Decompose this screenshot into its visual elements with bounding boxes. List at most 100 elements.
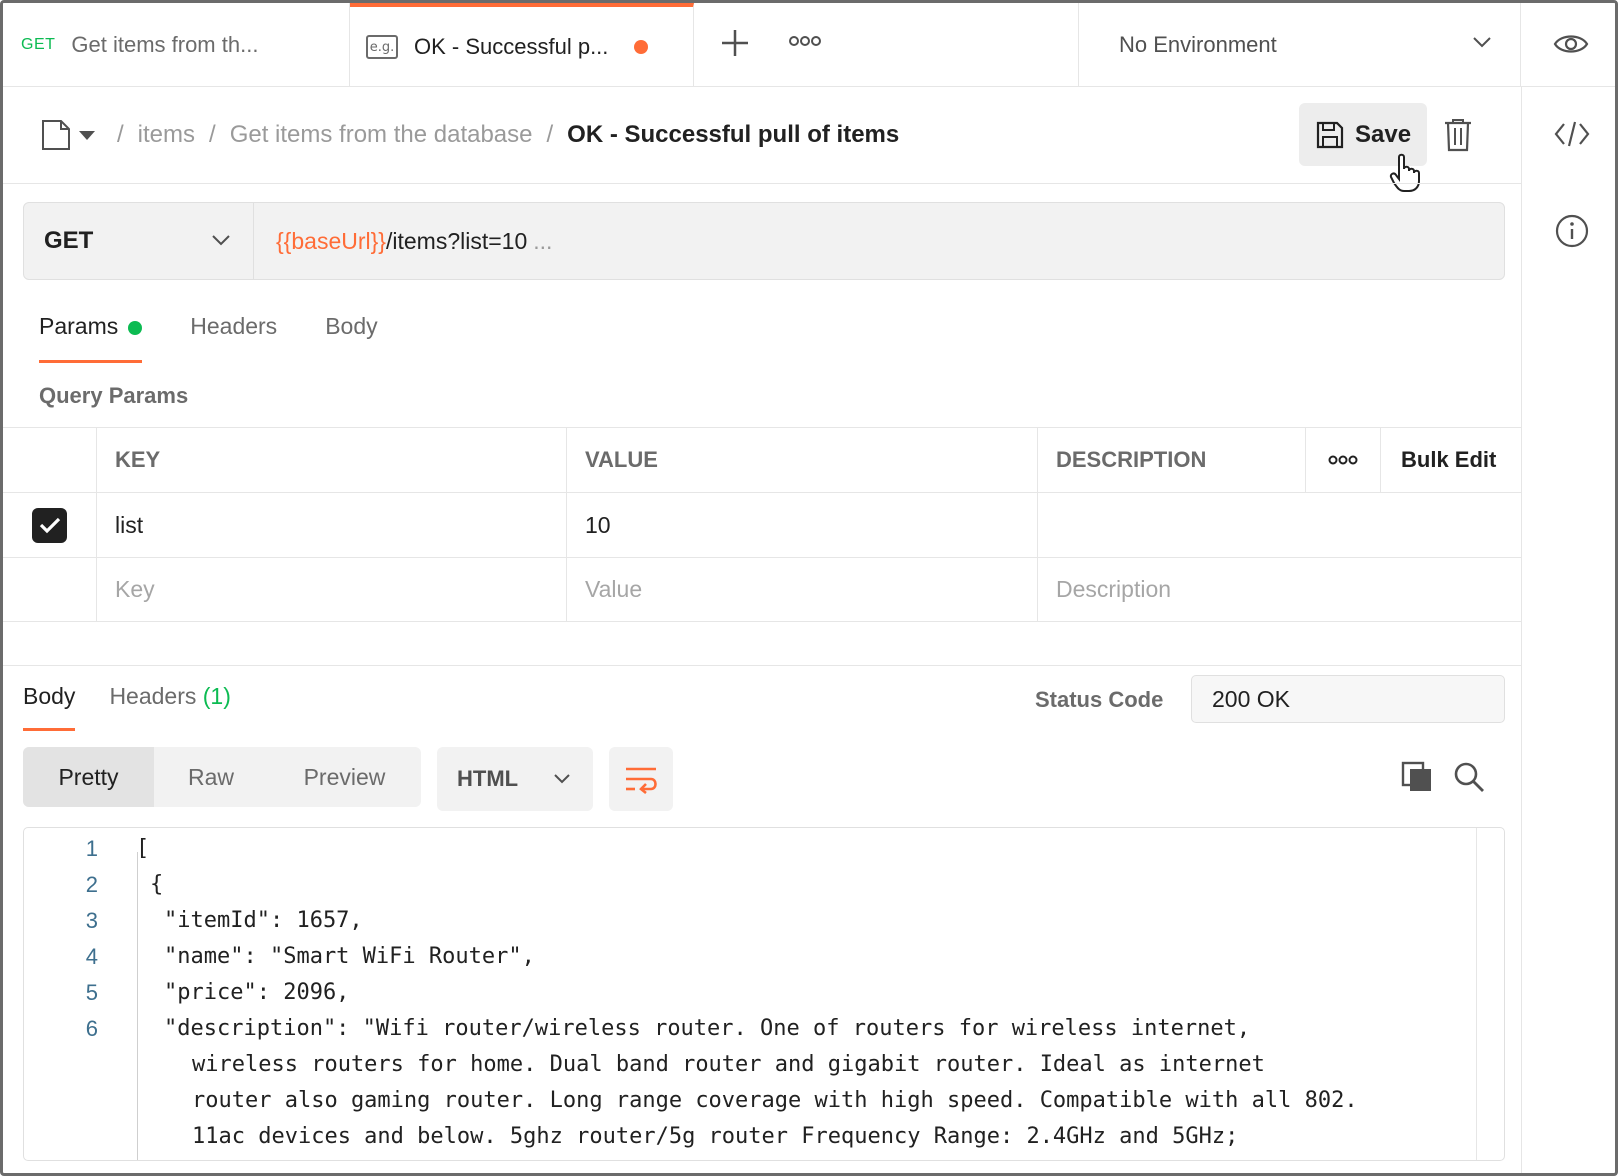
code-text: router also gaming router. Long range co… xyxy=(192,1088,1358,1113)
code-line: 3 "itemId": 1657, xyxy=(24,908,363,944)
url-variable: {{baseUrl}} xyxy=(276,227,386,254)
column-header-description: DESCRIPTION xyxy=(1037,428,1305,492)
code-line-wrapped: 11ac devices and below. 5ghz router/5g r… xyxy=(24,1124,1238,1160)
tab-params[interactable]: Params xyxy=(39,313,143,363)
response-body-editor[interactable]: 1 [ 2 { 3 "itemId": 1657, 4 "name": "Sma… xyxy=(23,827,1505,1161)
table-row: list 10 xyxy=(3,492,1521,557)
tab-response-headers[interactable]: Headers (1) xyxy=(109,683,230,731)
row-enabled-checkbox[interactable] xyxy=(32,507,67,543)
code-line: 4 "name": "Smart WiFi Router", xyxy=(24,944,535,980)
column-header-key: KEY xyxy=(96,428,566,492)
breadcrumb: / items / Get items from the database / … xyxy=(41,115,899,155)
url-bar: GET {{baseUrl}} /items?list=10 ... xyxy=(23,202,1505,280)
bulk-edit-button[interactable]: Bulk Edit xyxy=(1380,428,1521,492)
status-code-input[interactable]: 200 OK xyxy=(1191,675,1505,723)
wrap-lines-button[interactable] xyxy=(609,747,673,811)
param-description-cell[interactable] xyxy=(1037,493,1521,557)
request-tabs: Params Headers Body xyxy=(39,313,426,363)
code-text: "name": "Smart WiFi Router", xyxy=(164,944,535,969)
code-icon[interactable] xyxy=(1554,119,1590,149)
param-description-input[interactable]: Description xyxy=(1037,558,1521,621)
view-mode-toggle: Pretty Raw Preview xyxy=(23,747,421,807)
tab-example-active[interactable]: e.g. OK - Successful p... xyxy=(350,3,694,87)
editor-scrollbar[interactable] xyxy=(1476,828,1504,1160)
status-code-label: Status Code xyxy=(1035,687,1164,712)
chevron-down-icon xyxy=(554,774,570,784)
view-mode-preview[interactable]: Preview xyxy=(268,747,421,807)
breadcrumb-item-request[interactable]: Get items from the database xyxy=(230,121,533,149)
indent-guide xyxy=(137,852,138,1160)
code-text: "itemId": 1657, xyxy=(164,908,363,933)
tab-headers[interactable]: Headers xyxy=(190,313,277,363)
tab-bar: GET Get items from th... e.g. OK - Succe… xyxy=(3,3,1615,87)
info-icon[interactable] xyxy=(1554,213,1590,249)
line-number: 2 xyxy=(85,872,98,897)
breadcrumb-item-items[interactable]: items xyxy=(138,121,195,149)
param-value-input[interactable]: Value xyxy=(566,558,1037,621)
code-text: 11ac devices and below. 5ghz router/5g r… xyxy=(192,1124,1239,1149)
code-line: 2 { xyxy=(24,872,164,908)
code-line: 1 [ xyxy=(24,836,150,872)
code-line: 5 "price": 2096, xyxy=(24,980,350,1016)
new-tab-plus-icon[interactable] xyxy=(717,25,753,61)
breadcrumb-separator: / xyxy=(117,121,124,148)
save-label: Save xyxy=(1355,120,1412,148)
param-value-cell[interactable]: 10 xyxy=(566,493,1037,557)
row-enabled-cell xyxy=(3,493,96,557)
method-label: GET xyxy=(44,227,94,254)
view-mode-pretty[interactable]: Pretty xyxy=(23,747,154,807)
divider xyxy=(3,183,1521,184)
example-document-icon[interactable] xyxy=(41,119,71,151)
tab-title: OK - Successful p... xyxy=(414,34,609,59)
checkmark-icon xyxy=(39,517,60,534)
column-header-value: VALUE xyxy=(566,428,1037,492)
tab-label: Body xyxy=(325,313,378,339)
code-text: { xyxy=(150,872,164,897)
query-params-table: KEY VALUE DESCRIPTION Bulk Edit list 10 … xyxy=(3,427,1521,622)
line-number: 5 xyxy=(85,980,98,1005)
save-icon xyxy=(1316,121,1344,148)
search-icon[interactable] xyxy=(1453,761,1485,793)
param-key-cell[interactable]: list xyxy=(96,493,566,557)
table-row-new: Key Value Description xyxy=(3,557,1521,622)
tab-get-items[interactable]: GET Get items from th... xyxy=(3,3,350,87)
tab-label: Headers xyxy=(190,313,278,339)
line-number xyxy=(24,1088,98,1124)
trash-icon[interactable] xyxy=(1443,117,1473,153)
divider xyxy=(3,665,1521,666)
caret-down-icon[interactable] xyxy=(79,130,95,140)
code-line-wrapped: router also gaming router. Long range co… xyxy=(24,1088,1358,1124)
code-line-wrapped: wireless routers for home. Dual band rou… xyxy=(24,1052,1265,1088)
url-input[interactable]: {{baseUrl}} /items?list=10 ... xyxy=(254,203,552,279)
query-params-title: Query Params xyxy=(39,383,189,408)
environment-select[interactable]: No Environment xyxy=(1078,3,1521,87)
tab-response-body[interactable]: Body xyxy=(23,683,76,731)
headers-count: (1) xyxy=(202,683,231,709)
more-tabs-icon[interactable] xyxy=(789,33,821,49)
line-number: 6 xyxy=(85,1016,98,1041)
wrap-lines-icon xyxy=(626,767,657,794)
copy-icon[interactable] xyxy=(1401,761,1433,793)
column-options-button[interactable] xyxy=(1305,428,1380,492)
example-icon: e.g. xyxy=(366,35,398,59)
tab-body[interactable]: Body xyxy=(325,313,377,363)
url-ellipsis: ... xyxy=(533,227,553,254)
line-number xyxy=(24,1052,98,1088)
eye-icon[interactable] xyxy=(1553,29,1589,59)
code-line: 6 "description": "Wifi router/wireless r… xyxy=(24,1016,1250,1052)
method-select[interactable]: GET xyxy=(24,203,254,279)
hand-cursor-icon xyxy=(1389,153,1420,192)
chevron-down-icon xyxy=(212,235,230,246)
param-key-input[interactable]: Key xyxy=(96,558,566,621)
line-number xyxy=(24,1124,98,1160)
format-select[interactable]: HTML xyxy=(437,747,593,811)
breadcrumb-current[interactable]: OK - Successful pull of items xyxy=(567,121,899,149)
format-label: HTML xyxy=(457,766,519,791)
view-mode-raw[interactable]: Raw xyxy=(154,747,268,807)
more-options-icon xyxy=(1328,455,1358,465)
chevron-down-icon xyxy=(1473,37,1491,48)
tab-label: Body xyxy=(23,683,76,709)
tab-label: Params xyxy=(39,313,119,339)
tab-method: GET xyxy=(21,36,56,53)
url-path: /items?list=10 xyxy=(385,227,528,254)
